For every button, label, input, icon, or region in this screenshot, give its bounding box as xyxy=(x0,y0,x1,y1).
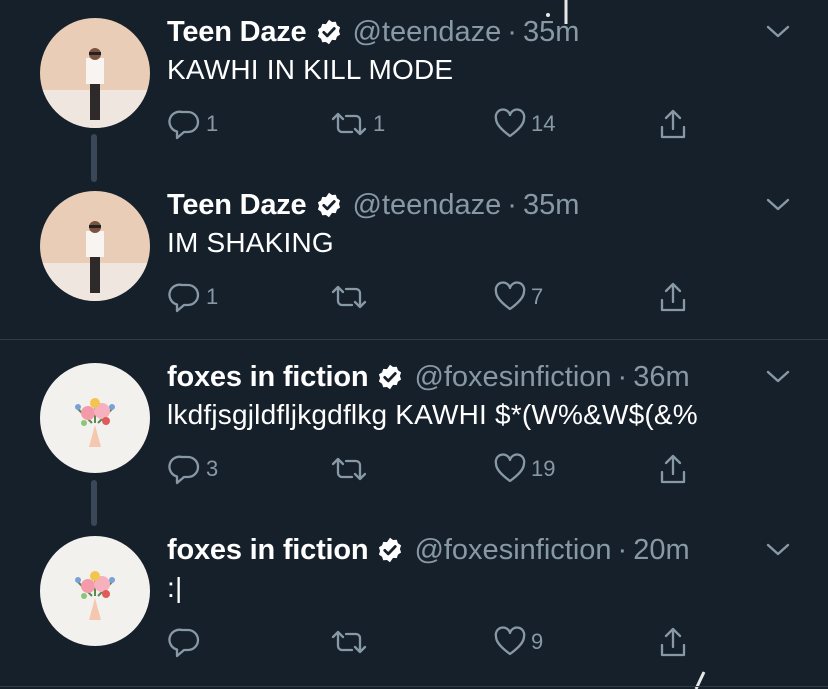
timestamp[interactable]: 35m xyxy=(523,189,579,222)
like-count: 9 xyxy=(531,629,544,654)
share-icon xyxy=(660,109,686,139)
like-count: 7 xyxy=(531,284,544,309)
separator-dot: · xyxy=(507,188,517,221)
chevron-down-icon[interactable] xyxy=(765,367,791,385)
display-name[interactable]: foxes in fiction xyxy=(167,534,369,567)
reply-count: 1 xyxy=(206,284,219,309)
share-icon xyxy=(660,454,686,484)
separator-dot: · xyxy=(507,15,517,48)
verified-badge-icon xyxy=(379,364,402,390)
handle[interactable]: @foxesinfiction xyxy=(414,534,611,567)
like-count: 14 xyxy=(531,111,556,136)
like-button[interactable]: 14 xyxy=(493,104,555,144)
tweet-header: Teen Daze @teendaze · 35m xyxy=(167,12,579,52)
tweet-text: IM SHAKING xyxy=(167,227,334,258)
timestamp[interactable]: 20m xyxy=(633,534,689,567)
tweet-header: Teen Daze @teendaze · 35m xyxy=(167,185,579,225)
retweet-count: 1 xyxy=(373,111,386,136)
like-count: 19 xyxy=(531,456,556,481)
chevron-down-icon[interactable] xyxy=(765,22,791,40)
tweet-header: foxes in fiction @foxesinfiction · 36m xyxy=(167,357,690,397)
reply-count: 1 xyxy=(206,111,219,136)
reply-button[interactable] xyxy=(168,622,206,662)
reply-icon xyxy=(168,455,200,485)
share-button[interactable] xyxy=(656,622,690,662)
tweet-text: KAWHI IN KILL MODE xyxy=(167,54,454,85)
display-name[interactable]: Teen Daze xyxy=(167,189,307,222)
tweet-text: lkdfjsgjldfljkgdflkg KAWHI $*(W%&W$(&% xyxy=(167,399,698,430)
verified-badge-icon xyxy=(379,537,402,563)
handle[interactable]: @teendaze xyxy=(353,16,502,49)
tweet-actions: 9 xyxy=(0,622,828,662)
like-icon xyxy=(494,108,526,138)
reply-button[interactable]: 1 xyxy=(168,104,218,144)
retweet-button[interactable]: 1 xyxy=(329,104,385,144)
share-icon xyxy=(660,627,686,657)
retweet-icon xyxy=(331,630,367,654)
retweet-icon xyxy=(331,112,367,136)
like-icon xyxy=(494,453,526,483)
retweet-icon xyxy=(331,285,367,309)
tweet-actions: 1 7 xyxy=(0,277,828,317)
chevron-down-icon[interactable] xyxy=(765,195,791,213)
reply-count: 3 xyxy=(206,456,219,481)
reply-icon xyxy=(168,283,200,313)
like-icon xyxy=(494,626,526,656)
display-name[interactable]: foxes in fiction xyxy=(167,361,369,394)
thread-line xyxy=(91,134,97,182)
like-button[interactable]: 9 xyxy=(493,622,543,662)
timestamp[interactable]: 35m xyxy=(523,16,579,49)
like-icon xyxy=(494,281,526,311)
separator-dot: · xyxy=(617,533,628,566)
verified-badge-icon xyxy=(317,19,340,45)
chevron-down-icon[interactable] xyxy=(765,540,791,558)
tweet-divider xyxy=(0,339,828,340)
reply-icon xyxy=(168,628,200,658)
reply-button[interactable]: 3 xyxy=(168,449,218,489)
tweet-text: :| xyxy=(167,572,183,603)
reply-icon xyxy=(168,110,200,140)
separator-dot: · xyxy=(617,360,628,393)
share-button[interactable] xyxy=(656,104,690,144)
like-button[interactable]: 19 xyxy=(493,449,555,489)
reply-button[interactable]: 1 xyxy=(168,277,218,317)
share-button[interactable] xyxy=(656,449,690,489)
share-button[interactable] xyxy=(656,277,690,317)
retweet-button[interactable] xyxy=(329,622,373,662)
verified-badge-icon xyxy=(317,192,340,218)
tweet-actions: 3 19 xyxy=(0,449,828,489)
retweet-button[interactable] xyxy=(329,449,373,489)
display-name[interactable]: Teen Daze xyxy=(167,16,307,49)
handle[interactable]: @teendaze xyxy=(353,189,502,222)
tweet-actions: 1 1 14 xyxy=(0,104,828,144)
share-icon xyxy=(660,282,686,312)
tweet-divider xyxy=(0,686,828,687)
tweet-header: foxes in fiction @foxesinfiction · 20m xyxy=(167,530,690,570)
retweet-icon xyxy=(331,457,367,481)
like-button[interactable]: 7 xyxy=(493,277,543,317)
handle[interactable]: @foxesinfiction xyxy=(414,361,611,394)
retweet-button[interactable] xyxy=(329,277,373,317)
timestamp[interactable]: 36m xyxy=(633,361,689,394)
thread-line xyxy=(91,480,97,526)
